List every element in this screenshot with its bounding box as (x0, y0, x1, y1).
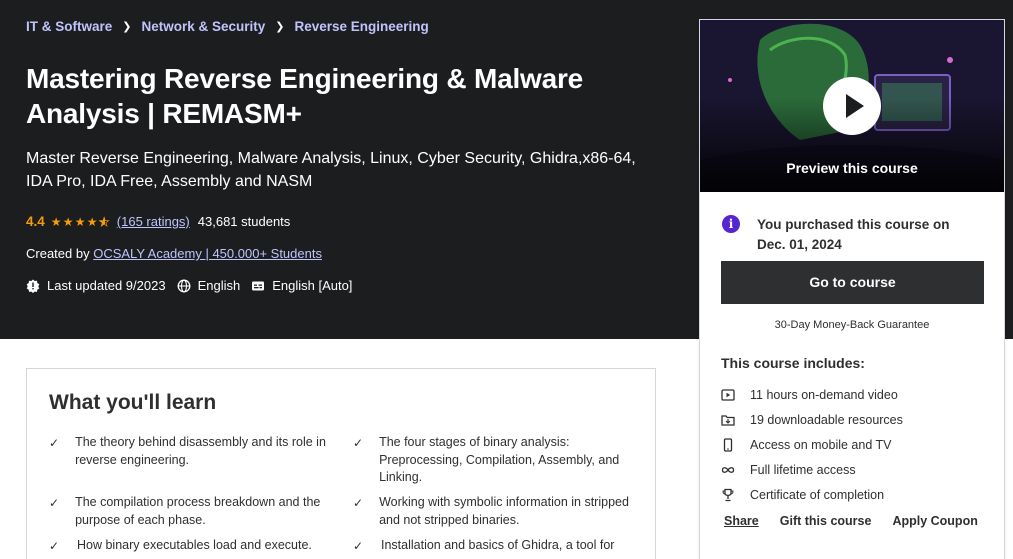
include-text: 11 hours on-demand video (750, 388, 898, 403)
list-item: ✓ Installation and basics of Ghidra, a t… (353, 537, 643, 556)
list-item: 11 hours on-demand video (721, 383, 903, 408)
list-item: ✓ The four stages of binary analysis: Pr… (353, 434, 643, 487)
purchased-text: You purchased this course on Dec. 01, 20… (757, 217, 950, 252)
course-subtitle: Master Reverse Engineering, Malware Anal… (26, 150, 636, 190)
share-link[interactable]: Share (724, 514, 759, 528)
course-preview[interactable]: Preview this course (700, 20, 1004, 192)
learn-text: Installation and basics of Ghidra, a too… (381, 538, 615, 552)
globe-icon (177, 279, 191, 292)
breadcrumb-network-security[interactable]: Network & Security (141, 19, 265, 34)
video-icon (721, 389, 735, 402)
folder-download-icon (721, 415, 735, 426)
include-text: Full lifetime access (750, 462, 856, 477)
purchase-sidebar: Preview this course i You purchased this… (699, 19, 1005, 559)
alert-badge-icon (26, 279, 40, 293)
created-by-prefix: Created by (26, 246, 90, 261)
check-icon: ✓ (49, 539, 60, 553)
learn-text: How binary executables load and execute. (77, 538, 312, 552)
chevron-right-icon: ❯ (275, 21, 285, 33)
mobile-icon (723, 438, 733, 452)
money-back-guarantee: 30-Day Money-Back Guarantee (774, 319, 930, 331)
list-item: Access on mobile and TV (721, 433, 903, 458)
list-item: ✓ The theory behind disassembly and its … (49, 434, 339, 469)
check-icon: ✓ (353, 496, 364, 510)
last-updated: Last updated 9/2023 (26, 278, 166, 293)
star-rating: ★ ★ ★ ★ ★ (50, 214, 111, 229)
purchased-notice: i You purchased this course on Dec. 01, … (722, 215, 977, 255)
gift-course-link[interactable]: Gift this course (780, 514, 872, 528)
list-item: 19 downloadable resources (721, 408, 903, 433)
breadcrumb-reverse-engineering[interactable]: Reverse Engineering (295, 19, 429, 34)
created-by: Created by OCSALY Academy | 450.000+ Stu… (26, 246, 322, 261)
rating-value: 4.4 (26, 214, 45, 229)
breadcrumb: IT & Software ❯ Network & Security ❯ Rev… (26, 19, 429, 34)
list-item: ✓ Working with symbolic information in s… (353, 494, 643, 529)
star-icon: ★ (74, 214, 86, 229)
what-you-learn-box: What you'll learn ✓ The theory behind di… (26, 368, 656, 559)
list-item: Certificate of completion (721, 482, 903, 507)
include-text: 19 downloadable resources (750, 413, 903, 428)
include-text: Access on mobile and TV (750, 437, 892, 452)
course-language: English (177, 278, 241, 293)
course-title: Mastering Reverse Engineering & Malware … (26, 63, 584, 129)
list-item: ✓ How binary executables load and execut… (49, 537, 339, 556)
instructor-link[interactable]: OCSALY Academy | 450.000+ Students (93, 246, 322, 261)
info-icon: i (722, 215, 740, 233)
star-icon: ★ (62, 214, 74, 229)
half-star-icon: ★ (98, 214, 110, 229)
captions-text: English [Auto] (272, 278, 353, 293)
ratings-count-link[interactable]: (165 ratings) (117, 214, 190, 229)
learn-text: Working with symbolic information in str… (379, 495, 629, 527)
what-you-learn-title: What you'll learn (49, 391, 217, 414)
learn-text: The compilation process breakdown and th… (75, 495, 321, 527)
check-icon: ✓ (49, 436, 60, 450)
students-count: 43,681 students (197, 214, 291, 229)
check-icon: ✓ (353, 539, 364, 553)
check-icon: ✓ (353, 436, 364, 450)
learn-text: The four stages of binary analysis: Prep… (379, 435, 620, 484)
apply-coupon-link[interactable]: Apply Coupon (892, 514, 977, 528)
closed-captions-icon (252, 281, 265, 290)
infinity-icon (721, 466, 735, 473)
language-text: English (197, 278, 241, 293)
trophy-icon (722, 488, 734, 501)
last-updated-text: Last updated 9/2023 (47, 278, 166, 293)
go-to-course-button[interactable]: Go to course (721, 261, 984, 304)
list-item: Full lifetime access (721, 457, 903, 482)
include-text: Certificate of completion (750, 487, 885, 502)
check-icon: ✓ (49, 496, 60, 510)
preview-label[interactable]: Preview this course (700, 160, 1004, 176)
includes-title: This course includes: (721, 355, 865, 371)
includes-list: 11 hours on-demand video 19 downloadable… (721, 383, 903, 507)
chevron-right-icon: ❯ (122, 21, 132, 33)
learn-text: The theory behind disassembly and its ro… (75, 435, 326, 467)
rating-row: 4.4 ★ ★ ★ ★ ★ (165 ratings) 43,681 stude… (26, 214, 290, 229)
list-item: ✓ The compilation process breakdown and … (49, 494, 339, 529)
breadcrumb-it-software[interactable]: IT & Software (26, 19, 112, 34)
star-icon: ★ (86, 214, 98, 229)
play-icon[interactable] (823, 77, 881, 135)
star-icon: ★ (50, 214, 62, 229)
course-captions: English [Auto] (251, 278, 352, 293)
course-meta: Last updated 9/2023 English English [Aut… (26, 278, 363, 293)
sidebar-links: Share Gift this course Apply Coupon (724, 514, 999, 528)
